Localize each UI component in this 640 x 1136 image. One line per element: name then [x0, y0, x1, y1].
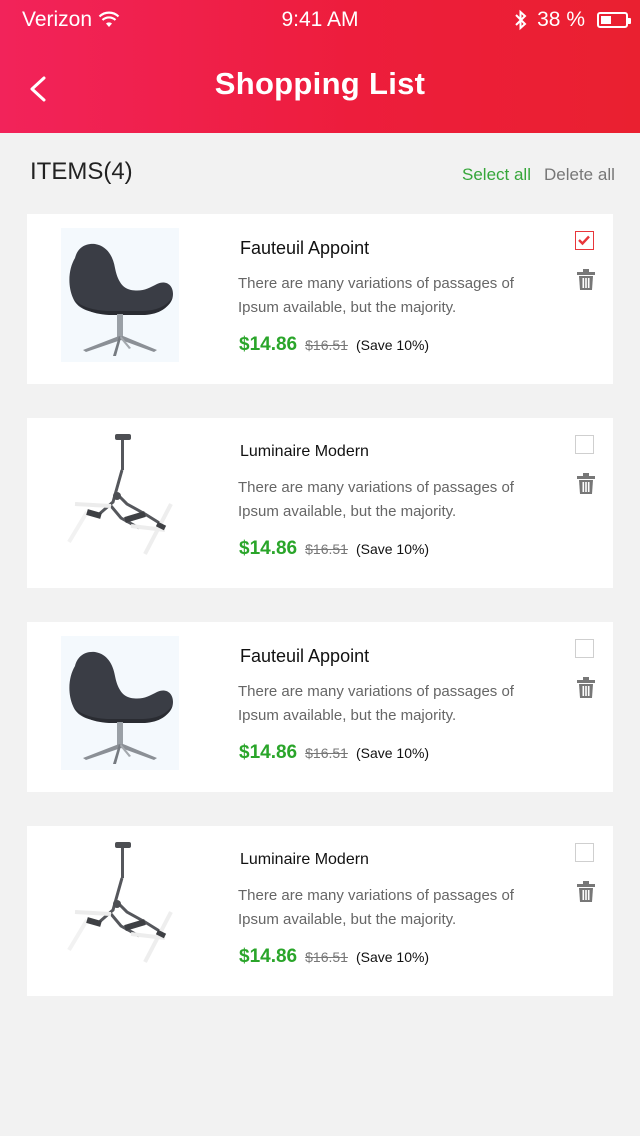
status-right: 38 % [513, 8, 631, 32]
product-description: There are many variations of passages of… [238, 479, 514, 520]
status-bar: Verizon 9:41 AM 38 % [0, 0, 640, 42]
price-row: $14.86 $16.51 (Save 10%) [239, 946, 429, 968]
product-savings: (Save 10%) [355, 337, 430, 353]
product-description: There are many variations of passages of… [238, 887, 514, 928]
product-price: $14.86 [239, 742, 298, 763]
price-row: $14.86 $16.51 (Save 10%) [239, 742, 429, 764]
battery-icon [597, 12, 631, 28]
product-name: Fauteuil Appoint [240, 238, 370, 258]
product-name: Luminaire Modern [240, 443, 369, 460]
product-description: There are many variations of passages of… [238, 275, 514, 316]
list-item[interactable]: Fauteuil Appoint There are many variatio… [27, 214, 613, 384]
price-row: $14.86 $16.51 (Save 10%) [239, 538, 429, 560]
product-image-pendant-lamp [61, 432, 179, 566]
product-price: $14.86 [239, 334, 298, 355]
bluetooth-icon [515, 9, 527, 31]
product-image-pendant-lamp [61, 840, 179, 974]
trash-icon[interactable] [576, 881, 596, 903]
product-old-price: $16.51 [305, 745, 348, 761]
product-image-swan-chair [61, 636, 179, 770]
list-item[interactable]: Luminaire Modern There are many variatio… [27, 418, 613, 588]
delete-all-button[interactable]: Delete all [544, 165, 615, 185]
product-price: $14.86 [239, 538, 298, 559]
app-header: Verizon 9:41 AM 38 % Shopping List [0, 0, 640, 133]
trash-icon[interactable] [576, 269, 596, 291]
product-image-swan-chair [61, 228, 179, 362]
items-count: ITEMS(4) [30, 158, 133, 185]
page-title: Shopping List [214, 66, 426, 101]
product-old-price: $16.51 [305, 337, 348, 353]
item-checkbox[interactable] [575, 435, 594, 454]
list-item[interactable]: Fauteuil Appoint There are many variatio… [27, 622, 613, 792]
item-checkbox[interactable] [575, 843, 594, 862]
battery-percent: 38 % [537, 8, 585, 31]
select-all-button[interactable]: Select all [462, 165, 531, 185]
product-old-price: $16.51 [305, 949, 348, 965]
product-name: Luminaire Modern [240, 851, 369, 868]
product-savings: (Save 10%) [355, 745, 430, 761]
product-savings: (Save 10%) [355, 949, 430, 965]
list-item[interactable]: Luminaire Modern There are many variatio… [27, 826, 613, 996]
item-checkbox[interactable] [575, 231, 594, 250]
checkmark-icon [578, 235, 590, 246]
item-checkbox[interactable] [575, 639, 594, 658]
product-old-price: $16.51 [305, 541, 348, 557]
trash-icon[interactable] [576, 473, 596, 495]
product-name: Fauteuil Appoint [240, 646, 370, 666]
trash-icon[interactable] [576, 677, 596, 699]
product-savings: (Save 10%) [355, 541, 430, 557]
product-description: There are many variations of passages of… [238, 683, 514, 724]
price-row: $14.86 $16.51 (Save 10%) [239, 334, 429, 356]
product-price: $14.86 [239, 946, 298, 967]
